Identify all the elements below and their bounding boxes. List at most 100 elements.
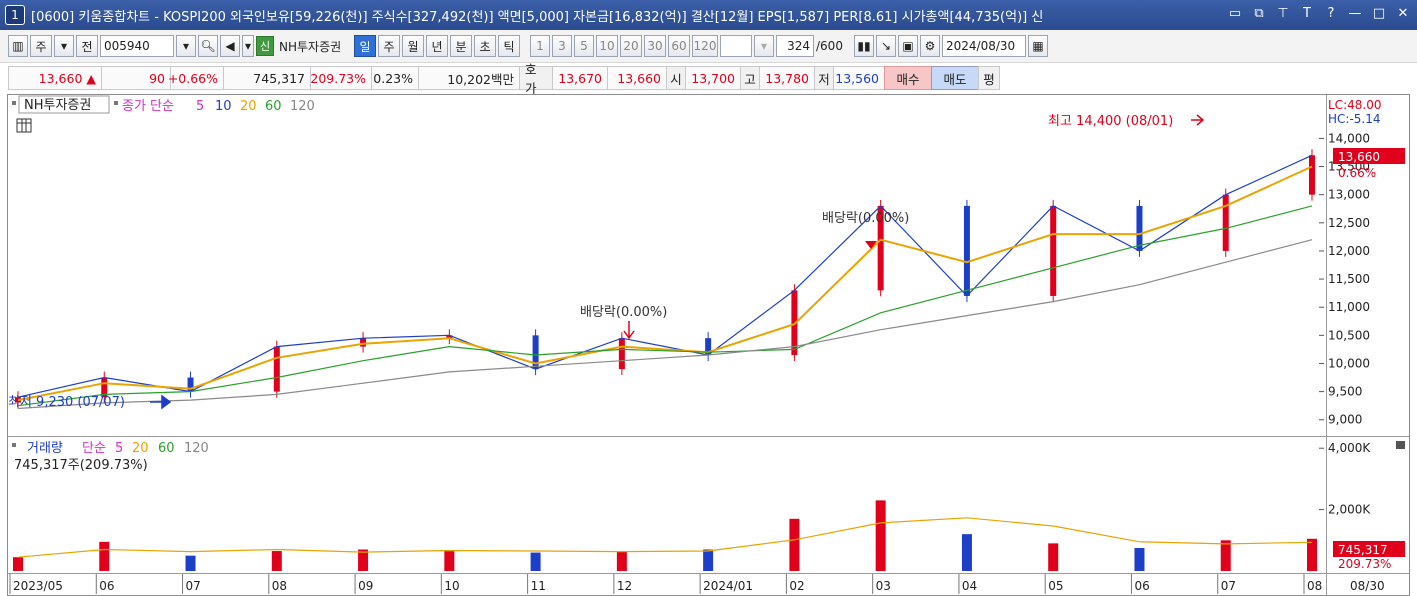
period-month-button[interactable]: 월 xyxy=(402,35,424,57)
volume-pct-tag-text: 209.73% xyxy=(1338,557,1391,571)
gear-icon[interactable]: ⚙ xyxy=(920,35,940,57)
high-label: 고 xyxy=(740,66,760,90)
table-view-icon[interactable] xyxy=(16,118,32,133)
calendar-icon[interactable]: ▦ xyxy=(1028,35,1048,57)
low-arrow-icon xyxy=(150,394,172,410)
x-axis-tick-label: 10 xyxy=(444,579,459,593)
volume-current-tag-text: 745,317 xyxy=(1338,543,1388,557)
custom-interval-input[interactable] xyxy=(720,35,752,57)
panel-close-icon[interactable] xyxy=(1396,441,1405,449)
period-minute-button[interactable]: 분 xyxy=(450,35,472,57)
price-axis-tick-label: 10,000 xyxy=(1328,356,1370,370)
save-icon[interactable]: ▣ xyxy=(898,35,918,57)
chart-type-icon[interactable]: ▮▮ xyxy=(854,35,874,57)
layout-icon[interactable]: ▥ xyxy=(8,35,28,57)
average-button[interactable]: 평 xyxy=(978,66,1000,90)
window-number-badge[interactable]: 1 xyxy=(5,5,25,25)
price-axis-tick-label: 11,500 xyxy=(1328,272,1370,286)
volume-bar xyxy=(616,551,627,571)
interval-dropdown-icon[interactable]: ▾ xyxy=(754,35,774,57)
interval-20-button[interactable]: 20 xyxy=(620,35,642,57)
x-axis-separator xyxy=(8,573,1409,574)
volume-bar xyxy=(530,552,541,571)
axis-separator xyxy=(1326,95,1327,595)
volume-ma20-legend: 20 xyxy=(132,441,149,456)
code-dropdown-icon[interactable]: ▾ xyxy=(176,35,196,57)
search-icon[interactable]: 🔍︎ xyxy=(198,35,218,57)
ma5-legend: 5 xyxy=(196,99,204,114)
ma-legend-prefix: 종가 단순 xyxy=(122,99,174,114)
period-week-button[interactable]: 주 xyxy=(378,35,400,57)
interval-30-button[interactable]: 30 xyxy=(644,35,666,57)
stock-code-input[interactable]: 005940 xyxy=(100,35,174,57)
x-axis-tick-label: 02 xyxy=(789,579,804,593)
date-input[interactable]: 2024/08/30 xyxy=(942,35,1026,57)
sound-icon[interactable]: ◀︎ xyxy=(220,35,240,57)
volume-bar xyxy=(1220,540,1231,571)
ma120-legend: 120 xyxy=(290,99,315,114)
sound-dropdown-icon[interactable]: ▾ xyxy=(242,35,254,57)
period-mode-select[interactable]: 주 xyxy=(30,35,52,57)
volume-ma-line xyxy=(17,517,1313,558)
price-axis-tick-label: 13,000 xyxy=(1328,188,1370,202)
text-tool-icon[interactable]: T xyxy=(1297,4,1317,24)
dividend-annotation-1: 배당락(0.00%) xyxy=(580,305,667,320)
stock-name: NH투자증권 xyxy=(279,39,342,54)
interval-60-button[interactable]: 60 xyxy=(668,35,690,57)
candles xyxy=(15,149,1315,409)
prev-button[interactable]: 전 xyxy=(76,35,98,57)
volume-bar xyxy=(1134,547,1145,571)
open-label: 시 xyxy=(666,66,686,90)
volume-bar xyxy=(358,549,369,571)
volume-bar xyxy=(875,500,886,571)
minimize-icon[interactable]: — xyxy=(1345,4,1365,24)
chevron-down-icon[interactable]: ▾ xyxy=(54,35,74,57)
restore-layout-icon[interactable]: ▭ xyxy=(1225,4,1245,24)
x-axis-tick-label: 04 xyxy=(962,579,977,593)
buy-button[interactable]: 매수 xyxy=(884,66,932,90)
volume-bar xyxy=(789,518,800,571)
current-price-tag-text: 13,660 xyxy=(1338,150,1380,164)
ask-price: 13,670 xyxy=(552,66,608,90)
draw-tool-icon[interactable]: ↘ xyxy=(876,35,896,57)
ma-line-20 xyxy=(17,165,1313,402)
x-axis-end-label: 08/30 xyxy=(1350,579,1385,593)
help-icon[interactable]: ? xyxy=(1321,4,1341,24)
current-pct-tag-text: 0.66% xyxy=(1338,166,1376,180)
x-axis-tick-label: 09 xyxy=(358,579,373,593)
panel-separator xyxy=(8,436,1409,437)
candle-body xyxy=(1309,155,1315,195)
x-axis-tick-label: 05 xyxy=(1048,579,1063,593)
low-annotation: 최저 9,230 (07/07) xyxy=(8,395,125,410)
ma-line-120 xyxy=(17,239,1313,410)
volume-bar xyxy=(703,549,714,571)
interval-1-button[interactable]: 1 xyxy=(530,35,550,57)
credit-badge: 신 xyxy=(256,36,274,56)
interval-120-button[interactable]: 120 xyxy=(692,35,718,57)
copy-window-icon[interactable]: ⧉ xyxy=(1249,4,1269,24)
close-icon[interactable]: ✕ xyxy=(1393,4,1413,24)
period-year-button[interactable]: 년 xyxy=(426,35,448,57)
interval-5-button[interactable]: 5 xyxy=(574,35,594,57)
interval-3-button[interactable]: 3 xyxy=(552,35,572,57)
period-tick-button[interactable]: 틱 xyxy=(498,35,520,57)
trade-amount: 10,202백만 xyxy=(418,66,520,90)
low-price: 13,560 xyxy=(833,66,885,90)
x-axis-tick-label: 08 xyxy=(1307,579,1322,593)
maximize-icon[interactable]: □ xyxy=(1369,4,1389,24)
volume-bar xyxy=(271,551,282,571)
chart-area[interactable]: NH투자증권 종가 단순 5 10 20 60 120 LC:48.00 HC:… xyxy=(7,94,1410,596)
pin-icon[interactable]: ⊤ xyxy=(1273,4,1293,24)
period-second-button[interactable]: 초 xyxy=(474,35,496,57)
period-day-button[interactable]: 일 xyxy=(354,35,376,57)
volume-legend-prefix: 단순 xyxy=(82,441,106,456)
interval-10-button[interactable]: 10 xyxy=(596,35,618,57)
price-axis-tick-label: 12,500 xyxy=(1328,216,1370,230)
window-controls: ▭ ⧉ ⊤ T ? — □ ✕ xyxy=(1225,4,1413,24)
chart-canvas[interactable]: NH투자증권 종가 단순 5 10 20 60 120 LC:48.00 HC:… xyxy=(8,95,1409,595)
candle-body xyxy=(360,338,367,347)
data-count-input[interactable]: 324 xyxy=(776,35,814,57)
ma-legend-bullet-icon xyxy=(114,101,118,105)
sell-button[interactable]: 매도 xyxy=(931,66,979,90)
ma20-legend: 20 xyxy=(240,99,257,114)
